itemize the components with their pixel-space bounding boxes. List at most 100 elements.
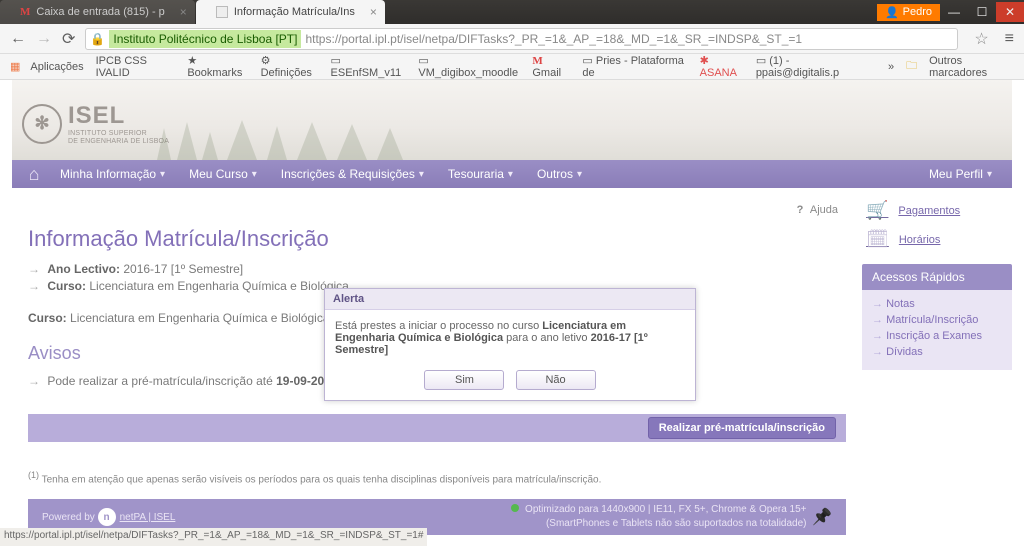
other-bookmarks[interactable]: Outros marcadores	[929, 55, 1014, 79]
sidebar-link-matricula[interactable]: Matrícula/Inscrição	[872, 312, 1002, 328]
bookmark-item[interactable]: ▭ VM_digibox_moodle	[418, 54, 520, 79]
menu-minha-informacao[interactable]: Minha Informação▾	[48, 167, 177, 181]
menu-inscricoes[interactable]: Inscrições & Requisições▾	[269, 167, 436, 181]
menu-meu-perfil[interactable]: Meu Perfil▾	[917, 167, 1004, 181]
menu-outros[interactable]: Outros▾	[525, 167, 594, 181]
gmail-icon: M	[20, 6, 30, 18]
apps-icon[interactable]: ▦	[10, 60, 18, 73]
browser-tab-active[interactable]: Informação Matrícula/Ins ×	[196, 0, 385, 24]
modal-no-button[interactable]: Não	[516, 370, 596, 390]
realizar-button[interactable]: Realizar pré-matrícula/inscrição	[648, 417, 836, 439]
chevron-down-icon: ▾	[160, 169, 165, 180]
main-menu: ⌂ Minha Informação▾ Meu Curso▾ Inscriçõe…	[12, 160, 1012, 188]
sidebar-pagamentos[interactable]: 🛒 Pagamentos	[862, 196, 1012, 225]
chevron-down-icon: ▾	[508, 169, 513, 180]
bookmark-item[interactable]: ✱ ASANA	[700, 54, 744, 79]
help-link[interactable]: ? Ajuda	[28, 200, 846, 226]
arrow-icon: →	[28, 374, 40, 388]
user-icon: 👤	[885, 6, 899, 19]
modal-yes-button[interactable]: Sim	[424, 370, 504, 390]
status-bar: https://portal.ipl.pt/isel/netpa/DIFTask…	[0, 528, 427, 546]
curso-line-value: Licenciatura em Engenharia Química e Bio…	[70, 311, 329, 325]
home-icon[interactable]: ⌂	[20, 164, 48, 185]
sidebar-pagamentos-label: Pagamentos	[898, 205, 960, 217]
sidebar-link-exames[interactable]: Inscrição a Exames	[872, 328, 1002, 344]
chevron-down-icon: ▾	[987, 169, 992, 180]
menu-icon[interactable]: ≡	[1005, 30, 1014, 48]
sidebar: 🛒 Pagamentos 🗓 Horários Acessos Rápidos …	[862, 188, 1012, 535]
close-window-button[interactable]: ✕	[996, 2, 1024, 22]
page-title: Informação Matrícula/Inscrição	[28, 226, 846, 252]
trees-decoration	[152, 120, 412, 160]
menu-tesouraria[interactable]: Tesouraria▾	[436, 167, 525, 181]
maximize-button[interactable]: ☐	[968, 2, 996, 22]
ano-label: Ano Lectivo:	[47, 262, 120, 276]
chevron-down-icon: ▾	[419, 169, 424, 180]
browser-tab-inactive[interactable]: M Caixa de entrada (815) - p ×	[0, 0, 195, 24]
lock-icon: 🔒	[86, 32, 109, 46]
footer-brand[interactable]: netPA | ISEL	[120, 512, 176, 523]
page-icon	[216, 6, 228, 18]
back-button[interactable]: ←	[10, 30, 26, 48]
curso-value: Licenciatura em Engenharia Química e Bio…	[89, 279, 348, 293]
forward-button[interactable]: →	[36, 30, 52, 48]
bookmark-item[interactable]: ▭ ESEnfSM_v11	[331, 54, 407, 79]
alert-modal: Alerta Está prestes a iniciar o processo…	[324, 288, 696, 401]
chevron-down-icon: ▾	[577, 169, 582, 180]
modal-body: Está prestes a iniciar o processo no cur…	[325, 310, 695, 362]
folder-icon: 🗀	[906, 57, 917, 76]
bookmark-item[interactable]: M Gmail	[532, 55, 570, 79]
calendar-icon: 🗓	[866, 229, 889, 250]
header-banner: ✻ ISEL INSTITUTO SUPERIOR DE ENGENHARIA …	[12, 80, 1012, 160]
tab-label: Informação Matrícula/Ins	[234, 6, 355, 18]
action-bar: Realizar pré-matrícula/inscrição	[28, 414, 846, 442]
bookmark-item[interactable]: ▭ (1) - ppais@digitalis.p	[756, 54, 864, 79]
footer-opt: Optimizado para 1440x900 | IE11, FX 5+, …	[525, 504, 806, 515]
modal-text-mid: para o ano letivo	[503, 332, 590, 344]
arrow-icon: →	[28, 279, 40, 293]
minimize-button[interactable]: —	[940, 2, 968, 22]
close-icon[interactable]: ×	[370, 5, 377, 19]
cart-icon: 🛒	[866, 200, 888, 221]
bookmark-item[interactable]: IPCB CSS IVALID	[96, 55, 176, 79]
close-icon[interactable]: ×	[180, 5, 187, 19]
help-icon: ?	[797, 204, 804, 216]
reload-button[interactable]: ⟳	[62, 29, 75, 49]
url-input[interactable]: 🔒 Instituto Politécnico de Lisboa [PT] h…	[85, 28, 958, 50]
menu-meu-curso[interactable]: Meu Curso▾	[177, 167, 269, 181]
powered-label: Powered by	[42, 512, 95, 523]
bookmark-item[interactable]: ★ Bookmarks	[187, 54, 248, 79]
tab-label: Caixa de entrada (815) - p	[36, 6, 164, 18]
sidebar-link-dividas[interactable]: Dívidas	[872, 344, 1002, 360]
footnote-num: (1)	[28, 470, 39, 480]
logo: ✻ ISEL INSTITUTO SUPERIOR DE ENGENHARIA …	[22, 102, 169, 145]
ano-value: 2016-17 [1º Semestre]	[123, 262, 243, 276]
footnote: (1) Tenha em atenção que apenas serão vi…	[28, 470, 846, 485]
modal-buttons: Sim Não	[325, 362, 695, 400]
chevron-right-icon[interactable]: »	[888, 61, 894, 73]
sidebar-link-notas[interactable]: Notas	[872, 296, 1002, 312]
aviso-pre: Pode realizar a pré-matrícula/inscrição …	[47, 374, 276, 388]
pin-icon[interactable]: 📌	[812, 507, 832, 527]
user-name: Pedro	[903, 6, 932, 18]
status-dot-icon	[511, 504, 519, 512]
ano-lectivo-line: → Ano Lectivo: 2016-17 [1º Semestre]	[28, 262, 846, 276]
sidebar-heading: Acessos Rápidos	[862, 264, 1012, 290]
bookmarks-bar: ▦ Aplicações IPCB CSS IVALID ★ Bookmarks…	[0, 54, 1024, 80]
modal-title: Alerta	[325, 289, 695, 310]
address-bar: ← → ⟳ 🔒 Instituto Politécnico de Lisboa …	[0, 24, 1024, 54]
user-badge[interactable]: 👤 Pedro	[877, 4, 940, 21]
bookmark-item[interactable]: ▭ Pries - Plataforma de	[582, 54, 687, 79]
window-titlebar: M Caixa de entrada (815) - p × Informaçã…	[0, 0, 1024, 24]
bookmark-item[interactable]: ⚙ Definições	[261, 54, 319, 79]
apps-label[interactable]: Aplicações	[30, 61, 83, 73]
url-text: https://portal.ipl.pt/isel/netpa/DIFTask…	[301, 32, 802, 46]
modal-text-pre: Está prestes a iniciar o processo no cur…	[335, 320, 542, 332]
sidebar-horarios-label: Horários	[899, 234, 941, 246]
sidebar-horarios[interactable]: 🗓 Horários	[862, 225, 1012, 254]
bookmark-star-icon[interactable]: ☆	[968, 29, 994, 49]
arrow-icon: →	[28, 262, 40, 276]
sidebar-quick-links: Notas Matrícula/Inscrição Inscrição a Ex…	[862, 290, 1012, 370]
logo-icon: ✻	[22, 104, 62, 144]
url-cert-label: Instituto Politécnico de Lisboa [PT]	[109, 30, 301, 48]
